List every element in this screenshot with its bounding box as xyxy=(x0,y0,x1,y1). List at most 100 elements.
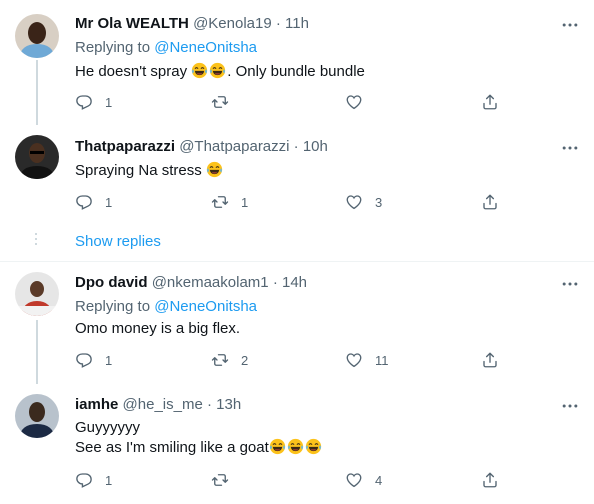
replying-to-handle[interactable]: @NeneOnitsha xyxy=(154,298,257,315)
more-icon[interactable] xyxy=(560,138,580,158)
like-button[interactable] xyxy=(345,92,363,112)
reply-count: 1 xyxy=(105,194,113,210)
like-icon xyxy=(345,351,363,369)
user-handle[interactable]: @Thatpaparazzi xyxy=(179,138,289,155)
reply-icon xyxy=(75,471,93,489)
tweet-4[interactable]: iamhe @he_is_me · 13h Guyyyyyy See as I'… xyxy=(0,384,594,504)
tweet-header: Thatpaparazzi @Thatpaparazzi · 10h xyxy=(75,137,328,157)
thread-line xyxy=(36,320,38,384)
separator: · xyxy=(293,138,299,155)
share-button[interactable] xyxy=(481,192,499,212)
share-icon xyxy=(481,471,499,489)
timestamp[interactable]: 13h xyxy=(216,396,241,413)
like-count: 3 xyxy=(375,194,383,210)
avatar[interactable] xyxy=(15,14,59,58)
replying-to-handle[interactable]: @NeneOnitsha xyxy=(154,39,257,56)
reply-button[interactable]: 1 xyxy=(75,192,112,212)
retweet-icon xyxy=(211,471,229,489)
retweet-count: 2 xyxy=(241,352,249,368)
reply-button[interactable]: 1 xyxy=(75,350,112,370)
thread-dots xyxy=(34,233,38,248)
reply-icon xyxy=(75,193,93,211)
display-name[interactable]: Mr Ola WEALTH xyxy=(75,15,189,32)
tweet-text-line-1: Guyyyyyy xyxy=(75,419,141,436)
separator: · xyxy=(275,15,281,32)
tweet-2[interactable]: Thatpaparazzi @Thatpaparazzi · 10h Spray… xyxy=(0,125,594,220)
tweet-text: Omo money is a big flex. xyxy=(75,319,240,339)
like-count: 4 xyxy=(375,472,383,488)
reply-button[interactable]: 1 xyxy=(75,92,112,112)
face-with-tears-of-joy-emoji xyxy=(269,438,286,455)
reply-icon xyxy=(75,93,93,111)
retweet-icon xyxy=(211,93,229,111)
reply-button[interactable]: 1 xyxy=(75,470,112,490)
timestamp[interactable]: 10h xyxy=(303,138,328,155)
retweet-icon xyxy=(211,193,229,211)
show-replies-link[interactable]: Show replies xyxy=(75,232,161,252)
reply-count: 1 xyxy=(105,472,113,488)
share-button[interactable] xyxy=(481,350,499,370)
tweet-header: Mr Ola WEALTH @Kenola19 · 11h xyxy=(75,14,309,34)
share-icon xyxy=(481,351,499,369)
tweet-text-part: Spraying Na stress xyxy=(75,162,206,179)
retweet-icon xyxy=(211,351,229,369)
more-icon[interactable] xyxy=(560,396,580,416)
like-count: 11 xyxy=(375,352,389,368)
tweet-text-part: He doesn't spray xyxy=(75,63,192,80)
action-bar: 1 4 xyxy=(75,470,495,490)
share-button[interactable] xyxy=(481,470,499,490)
tweet-1[interactable]: Mr Ola WEALTH @Kenola19 · 11h Replying t… xyxy=(0,0,594,125)
tweet-text-part: . Only bundle bundle xyxy=(227,63,365,80)
tweet-text-part: See as I'm smiling like a goat xyxy=(75,439,269,456)
reply-icon xyxy=(75,351,93,369)
retweet-button[interactable] xyxy=(211,92,229,112)
display-name[interactable]: Thatpaparazzi xyxy=(75,138,175,155)
tweet-text-line-2: See as I'm smiling like a goat xyxy=(75,438,323,458)
retweet-button[interactable] xyxy=(211,470,229,490)
timestamp[interactable]: 14h xyxy=(282,274,307,291)
like-button[interactable]: 3 xyxy=(345,192,382,212)
user-handle[interactable]: @he_is_me xyxy=(123,396,203,413)
action-bar: 1 xyxy=(75,92,495,112)
display-name[interactable]: iamhe xyxy=(75,396,118,413)
face-with-tears-of-joy-emoji xyxy=(209,62,226,79)
action-bar: 1 2 11 xyxy=(75,350,495,370)
face-with-tears-of-joy-emoji xyxy=(191,62,208,79)
action-bar: 1 1 3 xyxy=(75,192,495,212)
retweet-count: 1 xyxy=(241,194,249,210)
replying-to: Replying to @NeneOnitsha xyxy=(75,38,257,58)
share-icon xyxy=(481,193,499,211)
avatar[interactable] xyxy=(15,135,59,179)
user-handle[interactable]: @Kenola19 xyxy=(193,15,272,32)
retweet-button[interactable]: 2 xyxy=(211,350,248,370)
avatar[interactable] xyxy=(15,272,59,316)
reply-count: 1 xyxy=(105,94,113,110)
face-with-tears-of-joy-emoji xyxy=(287,438,304,455)
like-icon xyxy=(345,193,363,211)
separator: · xyxy=(206,396,212,413)
separator: · xyxy=(272,274,278,291)
thread-line xyxy=(36,60,38,125)
like-button[interactable]: 11 xyxy=(345,350,389,370)
timestamp[interactable]: 11h xyxy=(285,15,309,32)
more-icon[interactable] xyxy=(560,15,580,35)
tweet-text: He doesn't spray . Only bundle bundle xyxy=(75,62,365,82)
avatar[interactable] xyxy=(15,394,59,438)
tweet-text-part: Omo money is a big flex. xyxy=(75,320,241,337)
tweet-header: Dpo david @nkemaakolam1 · 14h xyxy=(75,273,307,293)
share-button[interactable] xyxy=(481,92,499,112)
tweet-header: iamhe @he_is_me · 13h xyxy=(75,395,241,415)
user-handle[interactable]: @nkemaakolam1 xyxy=(152,274,269,291)
replying-to: Replying to @NeneOnitsha xyxy=(75,297,257,317)
more-icon[interactable] xyxy=(560,274,580,294)
reply-count: 1 xyxy=(105,352,113,368)
like-icon xyxy=(345,471,363,489)
display-name[interactable]: Dpo david xyxy=(75,274,148,291)
tweet-text: Spraying Na stress xyxy=(75,161,224,181)
face-with-tears-of-joy-emoji xyxy=(305,438,322,455)
like-button[interactable]: 4 xyxy=(345,470,382,490)
face-with-tears-of-joy-emoji xyxy=(206,161,223,178)
tweet-3[interactable]: Dpo david @nkemaakolam1 · 14h Replying t… xyxy=(0,262,594,384)
retweet-button[interactable]: 1 xyxy=(211,192,248,212)
replying-to-label: Replying to xyxy=(75,39,151,56)
